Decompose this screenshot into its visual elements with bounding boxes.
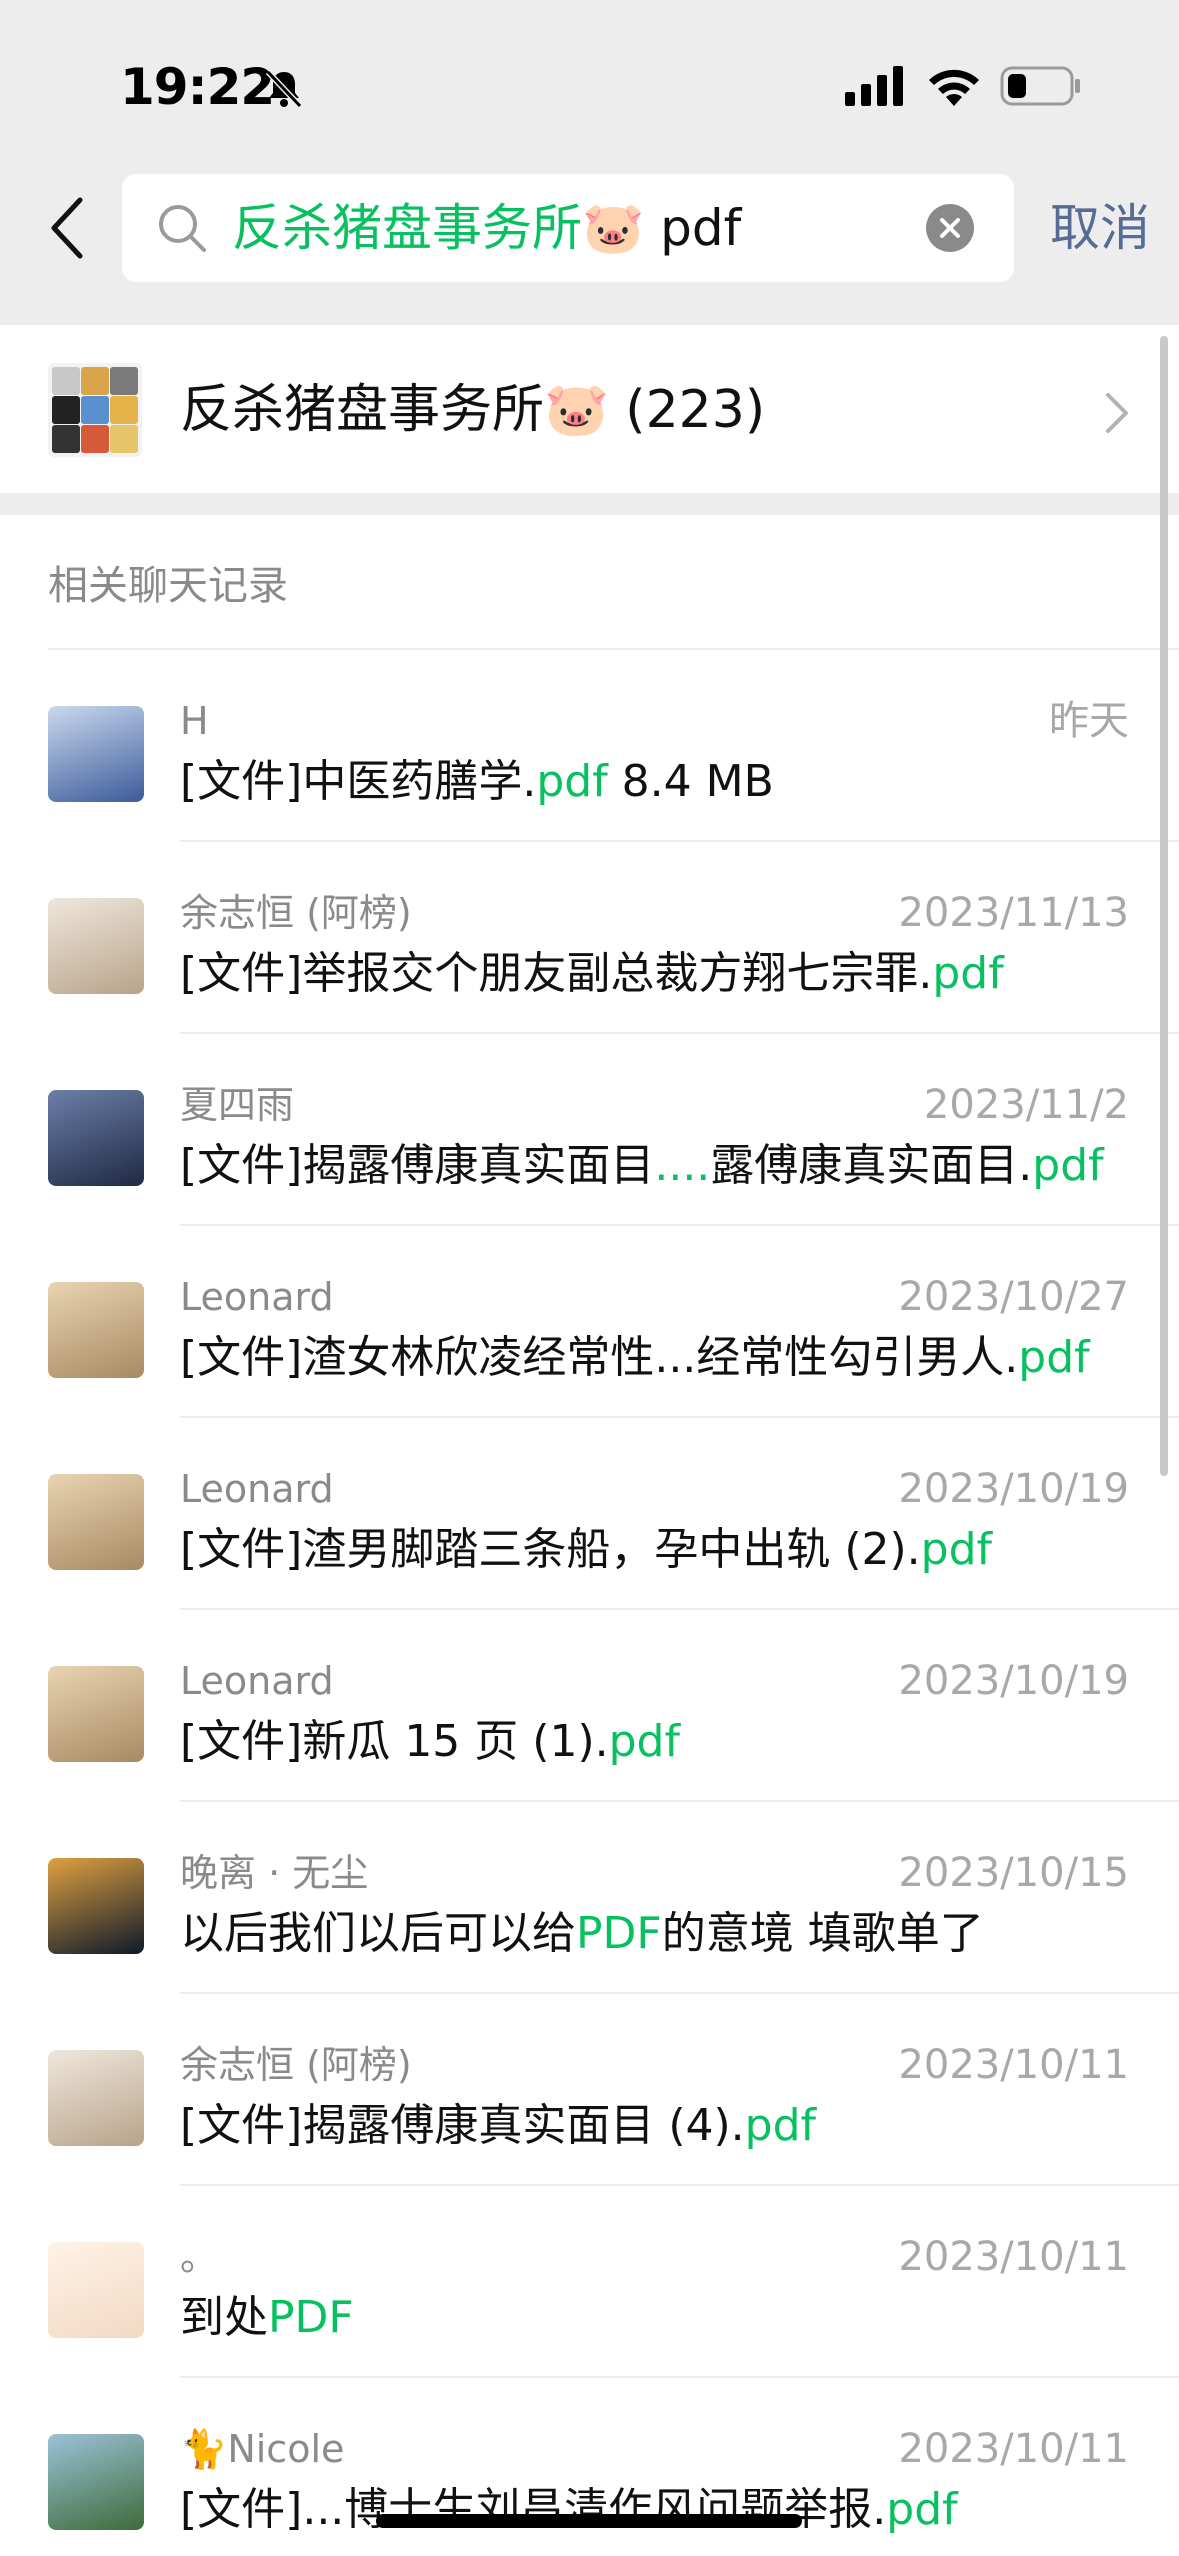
group-name: 反杀猪盘事务所🐷 (223) bbox=[180, 380, 766, 440]
message-text: [文件]揭露傅康真实面目 (4).pdf bbox=[180, 2094, 816, 2158]
section-divider bbox=[0, 493, 1179, 515]
status-bar: 19:22 bbox=[0, 0, 1179, 150]
message-prefix: [文件]渣男脚踏三条船，孕中出轨 (2). bbox=[180, 1524, 921, 1575]
message-suffix: 8.4 MB bbox=[607, 756, 774, 807]
message-suffix: 的意境 填歌单了 bbox=[661, 1908, 984, 1959]
avatar bbox=[48, 2242, 144, 2338]
battery-icon bbox=[1000, 66, 1080, 106]
message-highlight: pdf bbox=[1018, 1332, 1090, 1383]
message-suffix: 露傅康真实面目. bbox=[710, 1140, 1033, 1191]
header-area: 19:22 反杀猪盘事务所🐷 pdf 取消 bbox=[0, 0, 1179, 325]
sender-name: 🐈Nicole bbox=[180, 2427, 345, 2471]
message-text: [文件]渣男脚踏三条船，孕中出轨 (2).pdf bbox=[180, 1518, 992, 1582]
back-button[interactable] bbox=[44, 190, 90, 266]
result-row[interactable]: 夏四雨 2023/11/2 [文件]揭露傅康真实面目....露傅康真实面目.pdf bbox=[0, 1034, 1179, 1226]
message-highlight: pdf bbox=[932, 948, 1004, 999]
message-highlight: pdf bbox=[920, 1524, 992, 1575]
sender-name: 。 bbox=[180, 2235, 219, 2279]
message-date: 2023/10/19 bbox=[898, 1658, 1129, 1704]
sender-name: Leonard bbox=[180, 1659, 334, 1703]
section-title: 相关聊天记录 bbox=[48, 563, 288, 609]
message-date: 昨天 bbox=[1049, 698, 1129, 744]
message-date: 2023/10/15 bbox=[898, 1850, 1129, 1896]
message-highlight: PDF bbox=[576, 1908, 662, 1959]
avatar bbox=[48, 2434, 144, 2530]
signal-icon bbox=[845, 66, 903, 106]
sender-name: H bbox=[180, 699, 209, 743]
result-row[interactable]: H 昨天 [文件]中医药膳学.pdf 8.4 MB bbox=[0, 650, 1179, 842]
avatar bbox=[48, 1474, 144, 1570]
message-text: [文件]举报交个朋友副总裁方翔七宗罪.pdf bbox=[180, 942, 1004, 1006]
message-text: [文件]渣女林欣凌经常性...经常性勾引男人.pdf bbox=[180, 1326, 1090, 1390]
message-text: [文件]...博士生刘昌清作风问题举报.pdf bbox=[180, 2478, 958, 2542]
message-date: 2023/11/2 bbox=[923, 1082, 1129, 1128]
group-avatar bbox=[48, 363, 142, 457]
result-row[interactable]: Leonard 2023/10/27 [文件]渣女林欣凌经常性...经常性勾引男人.… bbox=[0, 1226, 1179, 1418]
sender-name: Leonard bbox=[180, 1467, 334, 1511]
message-highlight: pdf bbox=[1032, 1140, 1104, 1191]
message-date: 2023/10/27 bbox=[898, 1274, 1129, 1320]
message-prefix: 以后我们以后可以给 bbox=[180, 1908, 576, 1959]
avatar bbox=[48, 1858, 144, 1954]
avatar bbox=[48, 706, 144, 802]
result-row[interactable]: 晚离 · 无尘 2023/10/15 以后我们以后可以给PDF的意境 填歌单了 bbox=[0, 1802, 1179, 1994]
message-highlight: .... bbox=[654, 1140, 711, 1191]
message-prefix: [文件]中医药膳学. bbox=[180, 756, 537, 807]
avatar bbox=[48, 1282, 144, 1378]
message-text: [文件]中医药膳学.pdf 8.4 MB bbox=[180, 750, 774, 814]
result-row[interactable]: 🐈Nicole 2023/10/11 [文件]...博士生刘昌清作风问题举报.pdf bbox=[0, 2378, 1179, 2556]
message-prefix: [文件]新瓜 15 页 (1). bbox=[180, 1716, 609, 1767]
message-date: 2023/10/11 bbox=[898, 2042, 1129, 2088]
message-date: 2023/10/11 bbox=[898, 2234, 1129, 2280]
wifi-icon bbox=[929, 69, 979, 106]
message-text: [文件]新瓜 15 页 (1).pdf bbox=[180, 1710, 680, 1774]
message-prefix: 到处 bbox=[180, 2292, 268, 2343]
status-time: 19:22 bbox=[120, 58, 275, 116]
sender-name: 晚离 · 无尘 bbox=[180, 1851, 369, 1895]
message-prefix: [文件]渣女林欣凌经常性...经常性勾引男人. bbox=[180, 1332, 1019, 1383]
clear-search-button[interactable] bbox=[926, 204, 974, 252]
clear-circle-icon bbox=[940, 218, 960, 238]
search-query-keyword: 反杀猪盘事务所🐷 bbox=[232, 199, 645, 257]
sender-name: 夏四雨 bbox=[180, 1083, 295, 1127]
search-input[interactable]: 反杀猪盘事务所🐷 pdf bbox=[122, 174, 1014, 282]
group-chat-row[interactable]: 反杀猪盘事务所🐷 (223) bbox=[0, 325, 1179, 493]
message-text: [文件]揭露傅康真实面目....露傅康真实面目.pdf bbox=[180, 1134, 1104, 1198]
message-highlight: pdf bbox=[886, 2484, 958, 2535]
message-text: 以后我们以后可以给PDF的意境 填歌单了 bbox=[180, 1902, 984, 1966]
message-highlight: pdf bbox=[744, 2100, 816, 2151]
chevron-right-icon bbox=[1106, 393, 1128, 433]
message-highlight: pdf bbox=[608, 1716, 680, 1767]
avatar bbox=[48, 1090, 144, 1186]
cancel-button[interactable]: 取消 bbox=[1050, 196, 1150, 260]
sender-name: Leonard bbox=[180, 1275, 334, 1319]
search-icon bbox=[159, 205, 206, 252]
message-prefix: [文件]举报交个朋友副总裁方翔七宗罪. bbox=[180, 948, 933, 999]
result-row[interactable]: 余志恒 (阿榜) 2023/11/13 [文件]举报交个朋友副总裁方翔七宗罪.pdf bbox=[0, 842, 1179, 1034]
search-results-page: 19:22 反杀猪盘事务所🐷 pdf 取消 反杀猪盘事务所🐷 (223) 相关聊… bbox=[0, 0, 1179, 2556]
result-row[interactable]: Leonard 2023/10/19 [文件]新瓜 15 页 (1).pdf bbox=[0, 1610, 1179, 1802]
avatar bbox=[48, 898, 144, 994]
avatar bbox=[48, 2050, 144, 2146]
message-date: 2023/10/19 bbox=[898, 1466, 1129, 1512]
scrollbar[interactable] bbox=[1160, 336, 1168, 1476]
message-prefix: [文件]揭露傅康真实面目 bbox=[180, 1140, 655, 1191]
sender-name: 余志恒 (阿榜) bbox=[180, 2043, 412, 2087]
bell-off-icon bbox=[265, 69, 303, 109]
search-query[interactable]: 反杀猪盘事务所🐷 pdf bbox=[232, 198, 741, 258]
message-date: 2023/10/11 bbox=[898, 2426, 1129, 2472]
message-text: 到处PDF bbox=[180, 2286, 354, 2350]
search-query-term: pdf bbox=[660, 199, 742, 257]
message-date: 2023/11/13 bbox=[898, 890, 1129, 936]
message-prefix: [文件]揭露傅康真实面目 (4). bbox=[180, 2100, 745, 2151]
avatar bbox=[48, 1666, 144, 1762]
home-indicator[interactable] bbox=[376, 2514, 802, 2528]
result-row[interactable]: 余志恒 (阿榜) 2023/10/11 [文件]揭露傅康真实面目 (4).pdf bbox=[0, 1994, 1179, 2186]
result-row[interactable]: Leonard 2023/10/19 [文件]渣男脚踏三条船，孕中出轨 (2).pd… bbox=[0, 1418, 1179, 1610]
message-highlight: pdf bbox=[536, 756, 608, 807]
result-row[interactable]: 。 2023/10/11 到处PDF bbox=[0, 2186, 1179, 2378]
sender-name: 余志恒 (阿榜) bbox=[180, 891, 412, 935]
message-highlight: PDF bbox=[268, 2292, 354, 2343]
